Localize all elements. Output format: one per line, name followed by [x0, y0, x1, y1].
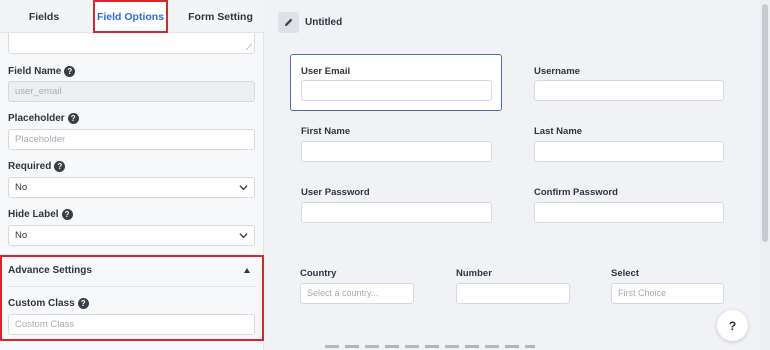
- next-row-partial: [325, 345, 535, 348]
- country-label: Country: [300, 268, 337, 279]
- confirm-password-label: Confirm Password: [534, 187, 618, 198]
- placeholder-label: Placeholder ?: [8, 113, 79, 124]
- user-email-label: User Email: [301, 66, 351, 77]
- hide-label-label: Hide Label ?: [8, 209, 73, 220]
- required-text: Required: [8, 161, 52, 172]
- custom-class-input[interactable]: [8, 314, 255, 335]
- first-name-input[interactable]: [301, 141, 492, 162]
- edit-title-button[interactable]: [278, 12, 299, 33]
- custom-class-text: Custom Class: [8, 298, 75, 309]
- placeholder-input[interactable]: [8, 129, 255, 150]
- help-button[interactable]: ?: [717, 310, 748, 341]
- confirm-password-input[interactable]: [534, 202, 724, 223]
- hide-label-text: Hide Label: [8, 209, 59, 220]
- help-icon[interactable]: ?: [77, 298, 89, 309]
- form-title[interactable]: Untitled: [305, 17, 342, 28]
- field-name-text: Field Name: [8, 66, 62, 77]
- field-options-panel: Fields Field Options Form Setting ⟋ Fiel…: [0, 0, 264, 350]
- username-label: Username: [534, 66, 580, 77]
- scrollbar-thumb[interactable]: [762, 4, 768, 242]
- required-label: Required ?: [8, 161, 66, 172]
- field-name-input: [8, 81, 255, 102]
- chevron-down-icon: [239, 233, 248, 239]
- user-password-label: User Password: [301, 187, 370, 198]
- user-password-input[interactable]: [301, 202, 492, 223]
- select-field[interactable]: First Choice: [611, 283, 724, 304]
- number-input[interactable]: [456, 283, 570, 304]
- last-name-input[interactable]: [534, 141, 724, 162]
- divider: [8, 286, 256, 287]
- advance-settings-title[interactable]: Advance Settings: [8, 265, 92, 276]
- help-icon[interactable]: ?: [54, 161, 66, 172]
- help-icon[interactable]: ?: [61, 209, 73, 220]
- hide-label-select[interactable]: No: [8, 225, 255, 246]
- first-name-label: First Name: [301, 126, 351, 137]
- required-value: No: [15, 182, 28, 193]
- scrollbar[interactable]: [760, 0, 770, 350]
- username-input[interactable]: [534, 80, 724, 101]
- panel-tabs: Fields Field Options Form Setting: [0, 0, 264, 33]
- field-name-label: Field Name ?: [8, 66, 76, 77]
- help-icon[interactable]: ?: [64, 66, 76, 77]
- pencil-icon: [284, 18, 293, 27]
- user-email-input[interactable]: [301, 80, 492, 101]
- form-title-bar: Untitled: [265, 0, 760, 44]
- country-select[interactable]: Select a country...: [300, 283, 414, 304]
- caret-up-icon[interactable]: [244, 268, 250, 273]
- required-select[interactable]: No: [8, 177, 255, 198]
- hide-label-value: No: [15, 230, 28, 241]
- chevron-down-icon: [239, 185, 248, 191]
- tab-form-setting[interactable]: Form Setting: [177, 0, 264, 33]
- tab-fields[interactable]: Fields: [0, 0, 88, 33]
- help-icon[interactable]: ?: [67, 113, 79, 124]
- select-label: Select: [611, 268, 639, 279]
- resize-grip-icon[interactable]: ⟋: [246, 43, 252, 52]
- custom-class-label: Custom Class ?: [8, 298, 89, 309]
- last-name-label: Last Name: [534, 126, 583, 137]
- tab-field-options[interactable]: Field Options: [93, 0, 168, 33]
- number-label: Number: [456, 268, 492, 279]
- advance-settings-section: Advance Settings Custom Class ?: [0, 255, 264, 341]
- description-textarea[interactable]: ⟋: [8, 33, 255, 54]
- placeholder-text: Placeholder: [8, 113, 65, 124]
